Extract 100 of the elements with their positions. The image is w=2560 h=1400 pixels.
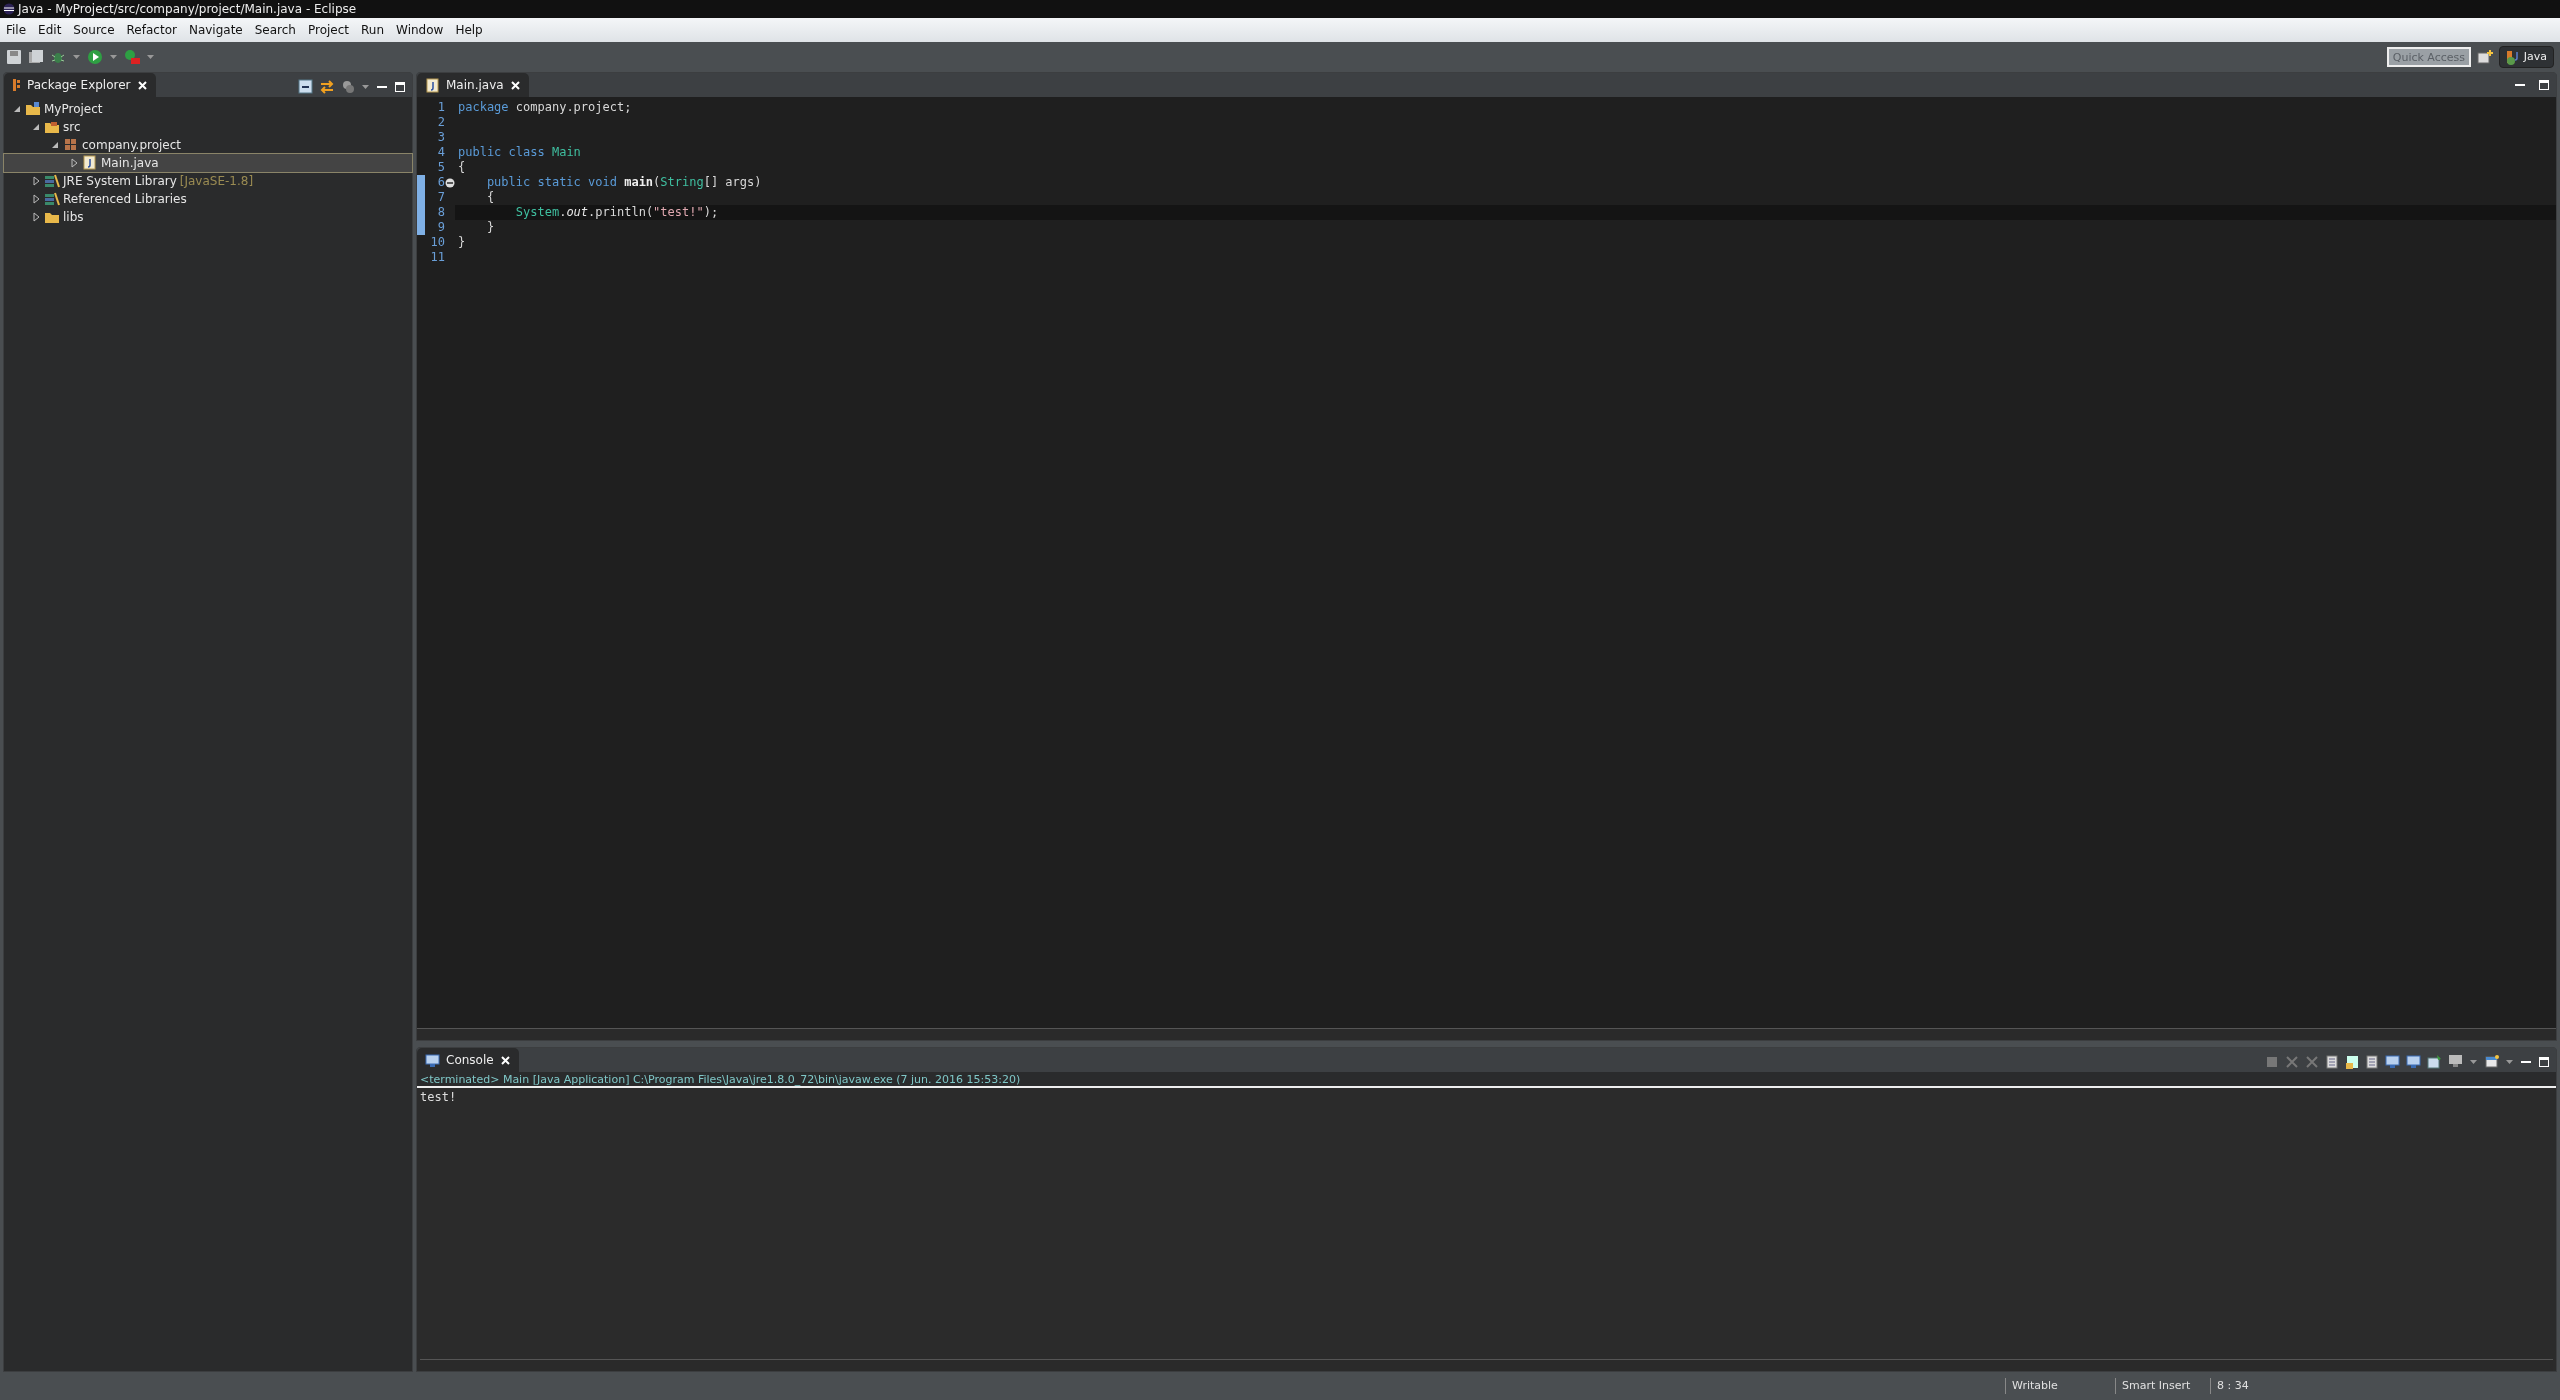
code-token: package <box>458 100 509 114</box>
package-explorer-icon <box>12 78 21 92</box>
line-number: 3 <box>436 130 445 145</box>
tree-item[interactable]: company.project <box>4 136 412 154</box>
monitor-icon[interactable] <box>2448 1054 2463 1069</box>
code-token: company.project; <box>514 100 632 114</box>
code-token: [] args) <box>703 175 762 189</box>
caret-icon[interactable] <box>361 83 370 90</box>
menu-item[interactable]: Navigate <box>182 21 249 39</box>
tree-item[interactable]: MyProject <box>4 100 412 118</box>
line-number: 7 <box>436 190 445 205</box>
external-tools-icon[interactable] <box>124 49 140 65</box>
code-token: { <box>458 160 466 174</box>
open-perspective-icon[interactable] <box>2476 49 2493 65</box>
code-token: main <box>623 175 654 189</box>
project-icon <box>25 101 41 117</box>
run-icon[interactable] <box>87 49 103 65</box>
monitor-icon[interactable] <box>2406 1054 2421 1069</box>
menu-item[interactable]: Window <box>390 21 450 39</box>
line-number: 4 <box>436 145 445 160</box>
caret-icon[interactable] <box>2469 1058 2478 1065</box>
status-text: Smart Insert <box>2115 1377 2210 1395</box>
collapse-all-icon[interactable] <box>298 79 313 94</box>
maximize-icon[interactable] <box>2538 1055 2550 1068</box>
collapsed-arrow-icon[interactable] <box>69 158 79 168</box>
menu-item[interactable]: Source <box>67 21 121 39</box>
code-token: "test!" <box>653 205 704 219</box>
tree-label: MyProject <box>44 101 103 118</box>
console-description: <terminated> Main [Java Application] C:\Program Files\Java\jre1.8.0_72\bin\javaw.exe (7 jun. 2016 15:53:20) <box>419 1072 1022 1086</box>
code-token: out <box>566 205 589 219</box>
menu-item[interactable]: File <box>0 21 33 39</box>
console-icon <box>425 1052 440 1068</box>
caret-icon[interactable] <box>72 54 81 60</box>
monitor-icon[interactable] <box>2385 1054 2400 1069</box>
caret-icon[interactable] <box>2505 1058 2514 1065</box>
save-all-icon[interactable] <box>28 49 44 65</box>
tree-item[interactable]: JRE System Library [JavaSE-1.8] <box>4 172 412 190</box>
source-folder-icon <box>44 119 60 135</box>
code-token: ( <box>653 175 661 189</box>
tree-label: Main.java <box>101 155 159 172</box>
filter-icon[interactable] <box>340 79 355 94</box>
pin-icon[interactable] <box>2427 1054 2442 1069</box>
tree-label: src <box>63 119 81 136</box>
library-icon <box>44 173 60 189</box>
new-window-icon[interactable] <box>2484 1054 2499 1069</box>
perspective-button[interactable]: Java <box>2498 46 2554 68</box>
line-number: 2 <box>436 115 445 130</box>
lock-icon[interactable] <box>2345 1054 2359 1069</box>
close-icon[interactable] <box>499 1054 511 1066</box>
line-number: 8 <box>436 205 445 220</box>
tree-label: company.project <box>82 137 182 154</box>
line-number: 1 <box>436 100 445 115</box>
menu-item[interactable]: Refactor <box>120 21 183 39</box>
code-token: } <box>485 220 495 234</box>
menu-item[interactable]: Search <box>248 21 302 39</box>
tree-item[interactable]: src <box>4 118 412 136</box>
horizontal-scrollbar[interactable] <box>417 1028 2556 1040</box>
window-title: Java - MyProject/src/company/project/Main.java - Eclipse <box>18 1 357 18</box>
save-icon[interactable] <box>6 49 22 65</box>
tree-item[interactable]: Referenced Libraries <box>4 190 412 208</box>
code-token: Main <box>550 145 581 159</box>
close-icon[interactable] <box>509 79 521 91</box>
code-token: public static void <box>485 175 617 189</box>
library-icon <box>44 191 60 207</box>
caret-icon[interactable] <box>109 54 118 60</box>
perspective-icon <box>2505 49 2521 65</box>
tree-item[interactable]: Main.java <box>4 154 412 172</box>
status-text: 8 : 34 <box>2210 1377 2300 1395</box>
code-token: . <box>559 205 567 219</box>
menu-item[interactable]: Run <box>355 21 391 39</box>
java-file-icon <box>82 155 98 171</box>
maximize-icon[interactable] <box>394 80 406 93</box>
tree-item[interactable]: libs <box>4 208 412 226</box>
maximize-icon[interactable] <box>2538 79 2550 91</box>
code-token: } <box>458 235 466 249</box>
caret-icon[interactable] <box>146 54 155 60</box>
editor-tab[interactable]: Main.java <box>417 73 529 97</box>
java-file-icon <box>425 77 440 93</box>
tree-label: Referenced Libraries <box>63 191 187 208</box>
line-number: 9 <box>436 220 445 235</box>
code-token: String <box>660 175 704 189</box>
library-version: [JavaSE-1.8] <box>179 173 254 190</box>
link-arrows-icon[interactable] <box>319 79 334 94</box>
code-token: .println( <box>588 205 654 219</box>
code-token: ); <box>703 205 719 219</box>
collapse-icon[interactable] <box>445 177 455 188</box>
code-token: { <box>485 190 495 204</box>
close-icon[interactable] <box>136 79 148 91</box>
console-output: test! <box>420 1089 458 1106</box>
view-tab[interactable]: Console <box>417 1048 519 1072</box>
menu-item[interactable]: Help <box>449 21 489 39</box>
menu-item[interactable]: Project <box>301 21 356 39</box>
document-icon[interactable] <box>2325 1054 2339 1069</box>
document-icon[interactable] <box>2365 1054 2379 1069</box>
quick-access-field[interactable]: Quick Access <box>2386 47 2471 67</box>
line-number: 11 <box>429 250 445 265</box>
menu-item[interactable]: Edit <box>32 21 68 39</box>
view-tab[interactable]: Package Explorer <box>4 73 156 97</box>
status-text: Writable <box>2005 1377 2115 1395</box>
tree-label: JRE System Library <box>63 173 177 190</box>
